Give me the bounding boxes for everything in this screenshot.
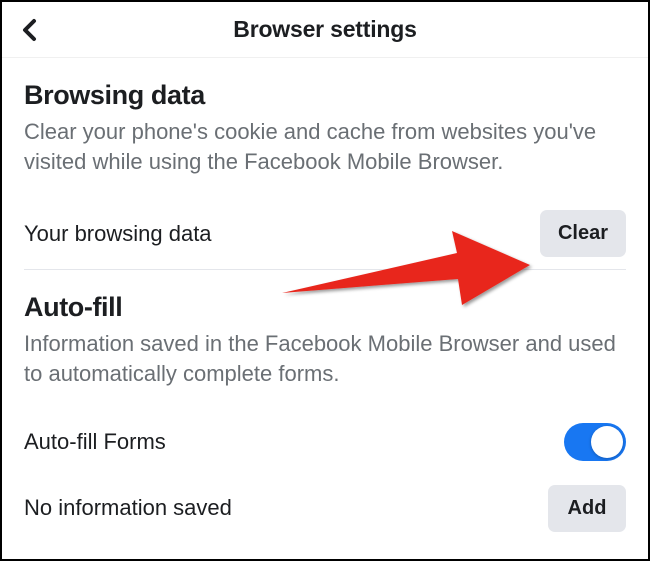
browsing-data-title: Browsing data — [24, 80, 626, 111]
browsing-data-description: Clear your phone's cookie and cache from… — [24, 117, 626, 176]
header-bar: Browser settings — [2, 2, 648, 58]
auto-fill-forms-toggle[interactable] — [564, 423, 626, 461]
section-auto-fill: Auto-fill Information saved in the Faceb… — [2, 270, 648, 410]
your-browsing-data-label: Your browsing data — [24, 221, 212, 247]
row-your-browsing-data: Your browsing data Clear — [2, 198, 648, 269]
row-auto-fill-forms: Auto-fill Forms — [2, 411, 648, 473]
chevron-left-icon — [20, 18, 40, 42]
auto-fill-forms-label: Auto-fill Forms — [24, 429, 166, 455]
back-button[interactable] — [16, 16, 44, 44]
section-browsing-data: Browsing data Clear your phone's cookie … — [2, 58, 648, 198]
auto-fill-title: Auto-fill — [24, 292, 626, 323]
page-title: Browser settings — [2, 16, 648, 43]
auto-fill-description: Information saved in the Facebook Mobile… — [24, 329, 626, 388]
no-information-saved-label: No information saved — [24, 495, 232, 521]
toggle-knob — [591, 426, 623, 458]
row-no-information-saved: No information saved Add — [2, 473, 648, 544]
add-button[interactable]: Add — [548, 485, 626, 532]
clear-button[interactable]: Clear — [540, 210, 626, 257]
